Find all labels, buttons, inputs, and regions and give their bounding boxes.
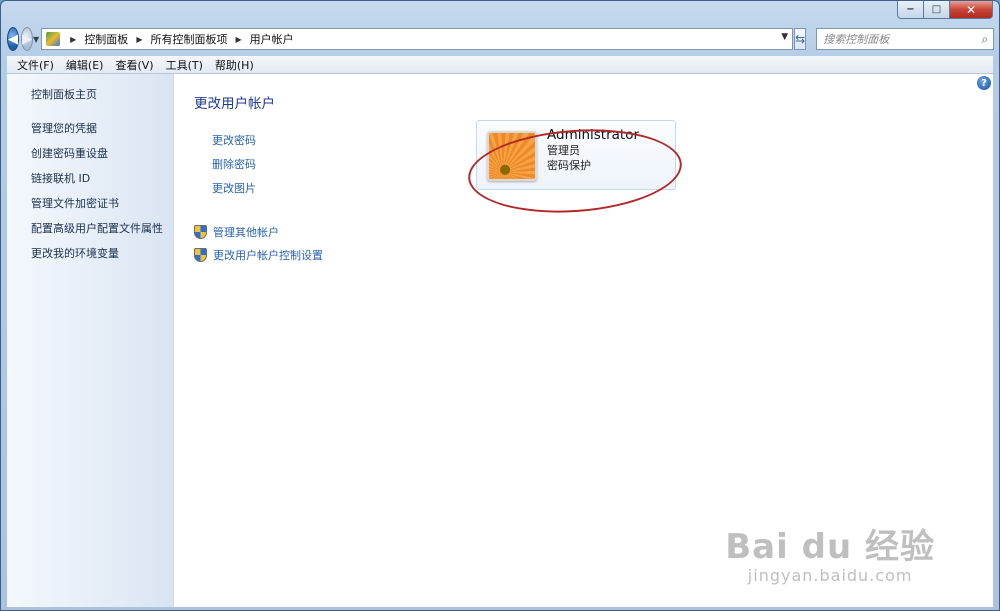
- arrow-left-icon: ◀: [8, 31, 18, 47]
- chevron-down-icon: ▼: [33, 34, 40, 44]
- page-title: 更改用户帐户: [194, 96, 275, 112]
- manage-accounts-link[interactable]: 管理其他帐户: [194, 224, 993, 240]
- refresh-button[interactable]: ⇆: [794, 28, 807, 50]
- account-status: 密码保护: [547, 159, 591, 172]
- sidebar-item-reset-disk[interactable]: 创建密码重设盘: [31, 145, 173, 161]
- baidu-watermark: Bai du 经验 jingyan.baidu.com: [725, 528, 935, 585]
- refresh-icon: ⇆: [795, 32, 806, 46]
- search-input[interactable]: [823, 32, 994, 46]
- menu-help[interactable]: 帮助(H): [209, 57, 260, 73]
- menu-view[interactable]: 查看(V): [109, 57, 159, 73]
- task-sidebar: 控制面板主页 管理您的凭据 创建密码重设盘 链接联机 ID 管理文件加密证书 配…: [7, 74, 174, 607]
- breadcrumb-arrow-icon[interactable]: ▶: [70, 35, 76, 44]
- avatar[interactable]: [487, 131, 537, 181]
- control-panel-window: − □ ✕ ◀ ▶ ▼ ▶ 控制面板 ▶ 所有控制面板项 ▶ 用户帐户 ▼ ⇆ …: [0, 0, 1000, 611]
- arrow-right-icon: ▶: [22, 31, 32, 47]
- address-bar[interactable]: ▶ 控制面板 ▶ 所有控制面板项 ▶ 用户帐户 ▼: [41, 28, 794, 50]
- minimize-button[interactable]: −: [897, 1, 923, 19]
- uac-settings-link[interactable]: 更改用户帐户控制设置: [194, 247, 993, 263]
- address-dropdown-icon[interactable]: ▼: [781, 32, 788, 42]
- sidebar-item-credentials[interactable]: 管理您的凭据: [31, 120, 173, 136]
- menu-edit[interactable]: 编辑(E): [60, 57, 110, 73]
- search-icon[interactable]: ⌕: [981, 32, 988, 47]
- close-button[interactable]: ✕: [949, 1, 993, 19]
- forward-button[interactable]: ▶: [21, 27, 33, 51]
- content-area: 控制面板主页 管理您的凭据 创建密码重设盘 链接联机 ID 管理文件加密证书 配…: [7, 74, 993, 607]
- maximize-button[interactable]: □: [923, 1, 949, 19]
- help-icon[interactable]: ?: [977, 76, 991, 90]
- back-button[interactable]: ◀: [7, 27, 19, 51]
- account-name: Administrator: [547, 127, 640, 143]
- menu-tools[interactable]: 工具(T): [160, 57, 209, 73]
- sidebar-item-encryption-cert[interactable]: 管理文件加密证书: [31, 195, 173, 211]
- search-box[interactable]: ⌕: [816, 28, 995, 50]
- breadcrumb-all-items[interactable]: 所有控制面板项: [150, 31, 227, 47]
- account-tile[interactable]: Administrator 管理员 密码保护: [476, 120, 676, 190]
- menu-bar: 文件(F) 编辑(E) 查看(V) 工具(T) 帮助(H): [7, 56, 993, 74]
- watermark-logo-text: Bai du 经验: [725, 527, 935, 567]
- recent-pages-dropdown[interactable]: ▼: [33, 35, 39, 44]
- menu-file[interactable]: 文件(F): [11, 57, 60, 73]
- caption-buttons: − □ ✕: [897, 1, 993, 20]
- sidebar-item-online-id[interactable]: 链接联机 ID: [31, 170, 173, 186]
- account-role: 管理员: [547, 144, 580, 157]
- sidebar-item-profile-properties[interactable]: 配置高级用户配置文件属性: [31, 220, 173, 236]
- watermark-url: jingyan.baidu.com: [747, 566, 913, 585]
- sidebar-item-environment-variables[interactable]: 更改我的环境变量: [31, 245, 173, 261]
- navigation-bar: ◀ ▶ ▼ ▶ 控制面板 ▶ 所有控制面板项 ▶ 用户帐户 ▼ ⇆ ⌕: [7, 25, 995, 53]
- uac-settings-label: 更改用户帐户控制设置: [213, 249, 323, 262]
- uac-shield-icon: [194, 248, 207, 262]
- breadcrumb-control-panel[interactable]: 控制面板: [84, 31, 128, 47]
- uac-shield-icon: [194, 225, 207, 239]
- breadcrumb-user-accounts[interactable]: 用户帐户: [250, 31, 294, 47]
- sidebar-item-home[interactable]: 控制面板主页: [31, 86, 173, 102]
- manage-accounts-label: 管理其他帐户: [213, 226, 279, 239]
- breadcrumb-arrow-icon[interactable]: ▶: [235, 35, 241, 44]
- account-info: Administrator 管理员 密码保护: [547, 127, 639, 173]
- main-panel: 更改用户帐户 更改密码 删除密码 更改图片 管理其他帐户 更改用户帐户控制设置 …: [174, 74, 993, 607]
- control-panel-icon: [46, 32, 61, 46]
- breadcrumb-arrow-icon[interactable]: ▶: [136, 35, 142, 44]
